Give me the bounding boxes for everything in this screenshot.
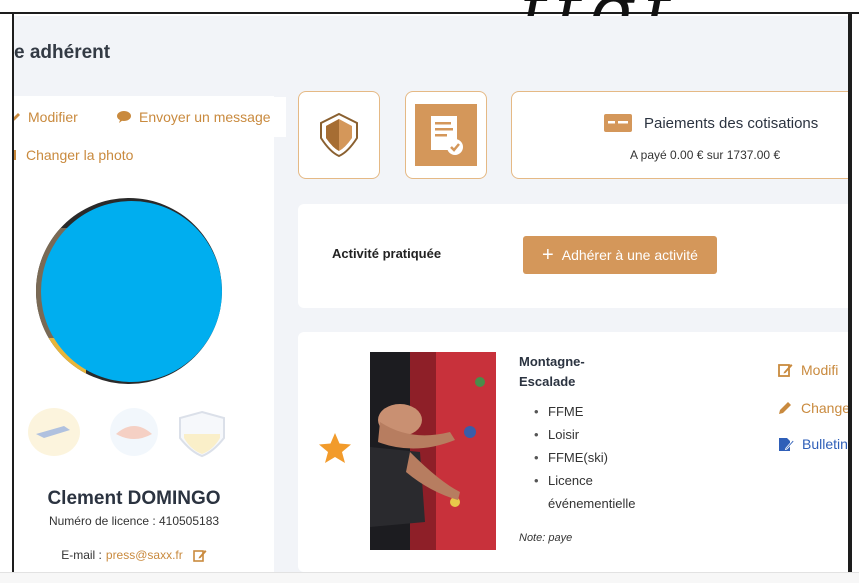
- shield-logo-icon: [179, 410, 225, 458]
- payments-summary: A payé 0.00 € sur 1737.00 €: [630, 148, 781, 162]
- app-window: e adhérent Modifier Envoyer un message C…: [14, 16, 848, 572]
- edit-email-icon[interactable]: [192, 549, 207, 562]
- licence-number: Numéro de licence : 410505183: [48, 514, 220, 528]
- edit-profile-label: Modifier: [28, 109, 78, 125]
- documents-card[interactable]: [405, 91, 487, 179]
- tag-item: FFME(ski): [534, 446, 654, 469]
- sport-name: Montagne-Escalade: [519, 354, 585, 389]
- edit-icon: [14, 112, 20, 121]
- join-activity-label: Adhérer à une activité: [561, 247, 698, 263]
- avatar: [41, 201, 222, 382]
- membership-card: Montagne-Escalade FFME Loisir FFME(ski) …: [298, 332, 848, 572]
- federation-logos: [28, 408, 225, 458]
- change-membership-link[interactable]: Change: [778, 400, 848, 416]
- payments-title: Paiements des cotisations: [644, 114, 819, 132]
- payments-card[interactable]: Paiements des cotisations A payé 0.00 € …: [511, 91, 848, 179]
- camera-icon: [14, 150, 16, 160]
- bulletin-label: Bulletin: [802, 436, 848, 452]
- modify-membership-label: Modifi: [801, 362, 839, 378]
- licence-shield-card[interactable]: [298, 91, 380, 179]
- tag-item: FFME: [534, 400, 654, 423]
- email-row: E-mail : press@saxx.fr: [14, 548, 254, 562]
- change-photo-link[interactable]: Changer la photo: [14, 147, 133, 163]
- activity-label: Activité pratiquée: [332, 246, 442, 261]
- member-name: Clement DOMINGO: [47, 488, 221, 509]
- document-right-border: [848, 14, 852, 583]
- send-message-label: Envoyer un message: [139, 109, 271, 125]
- change-membership-label: Change: [801, 400, 848, 416]
- change-photo-label: Changer la photo: [26, 147, 134, 163]
- star-icon[interactable]: [318, 432, 352, 464]
- tag-item: Loisir: [534, 423, 654, 446]
- page-title: e adhérent: [14, 42, 111, 63]
- bottom-bar: [0, 572, 859, 583]
- signed-document-icon: [779, 437, 794, 451]
- edit-icon: [778, 364, 793, 377]
- activity-photo: [370, 352, 496, 550]
- membership-note: Note: paye: [519, 532, 573, 544]
- laposte-logo-icon: [28, 408, 80, 456]
- modify-membership-link[interactable]: Modifi: [778, 362, 838, 378]
- activity-card: Activité pratiquée + Adhérer à une activ…: [298, 204, 848, 308]
- document-top-border: [0, 0, 859, 14]
- email-label: E-mail :: [61, 548, 102, 562]
- shield-icon: [320, 112, 358, 158]
- certificate-document-icon: [415, 104, 477, 166]
- edit-profile-link[interactable]: Modifier: [14, 109, 78, 125]
- email-link[interactable]: press@saxx.fr: [106, 548, 183, 562]
- membership-tags: FFME Loisir FFME(ski) Licence événementi…: [534, 400, 654, 515]
- chat-bubble-icon: [117, 111, 131, 123]
- bulletin-link[interactable]: Bulletin: [778, 436, 848, 452]
- send-message-link[interactable]: Envoyer un message: [106, 97, 286, 137]
- plus-icon: +: [542, 244, 554, 266]
- credit-card-icon: [604, 114, 632, 132]
- pencil-icon: [779, 402, 791, 414]
- join-activity-button[interactable]: + Adhérer à une activité: [523, 236, 717, 274]
- tag-item: Licence événementielle: [534, 469, 654, 515]
- handshake-logo-icon: [110, 408, 158, 456]
